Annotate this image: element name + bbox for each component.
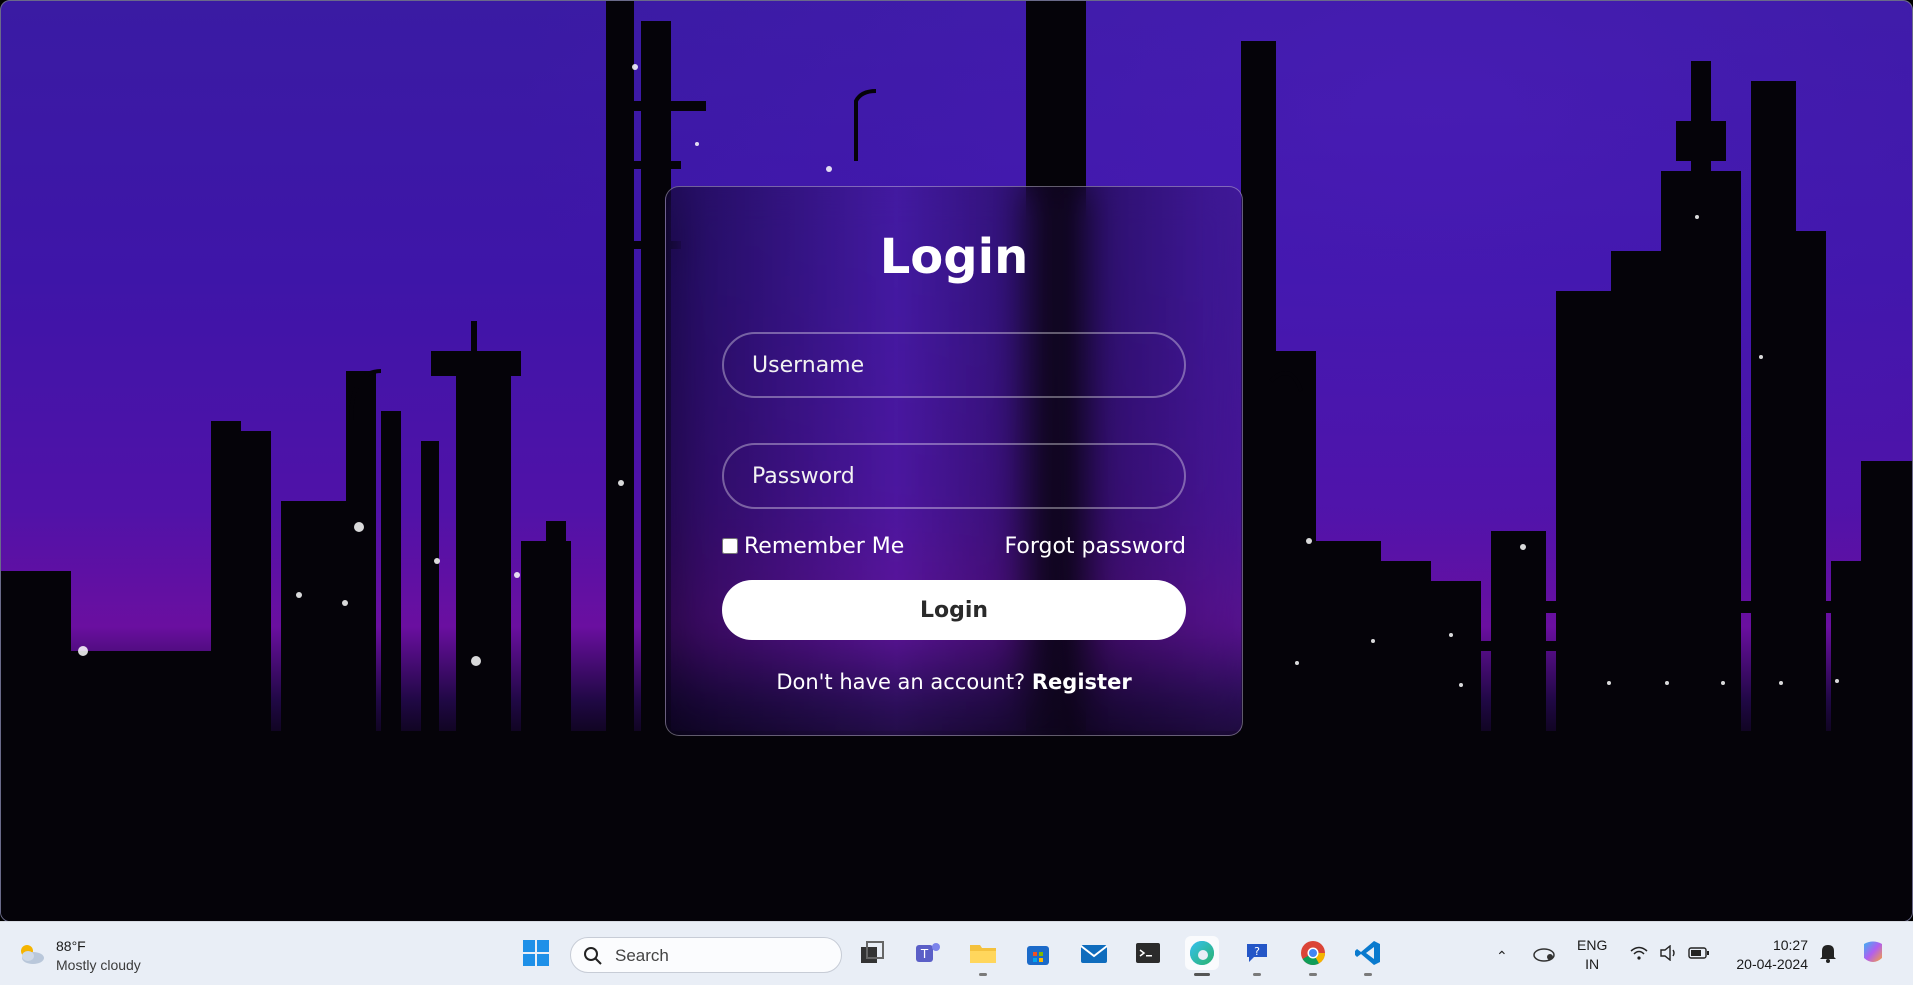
- remember-me-label[interactable]: Remember Me: [744, 534, 904, 559]
- register-prompt: Don't have an account?: [776, 670, 1026, 694]
- browser-window: Login Remember Me Forgot password Login …: [0, 0, 1913, 922]
- login-card: Login Remember Me Forgot password Login …: [665, 186, 1243, 736]
- chevron-up-icon[interactable]: ⌃: [1496, 948, 1508, 965]
- volume-icon[interactable]: [1652, 936, 1686, 970]
- lang-region: IN: [1585, 956, 1600, 972]
- taskbar-search[interactable]: Search: [570, 937, 842, 973]
- system-clock[interactable]: 10:27 20-04-2024: [1726, 936, 1808, 974]
- login-button[interactable]: Login: [722, 580, 1186, 640]
- username-input[interactable]: [722, 332, 1186, 398]
- svg-text:T: T: [920, 947, 929, 961]
- terminal-icon[interactable]: [1131, 936, 1165, 970]
- vscode-icon[interactable]: [1351, 936, 1385, 976]
- notification-bell-icon[interactable]: [1811, 936, 1845, 970]
- task-view-icon[interactable]: [855, 936, 889, 970]
- remember-me-checkbox[interactable]: [722, 538, 738, 554]
- onedrive-cloud-icon[interactable]: [1527, 936, 1561, 970]
- file-explorer-icon[interactable]: [966, 936, 1000, 976]
- lang-code: ENG: [1577, 937, 1608, 953]
- weather-desc: Mostly cloudy: [56, 957, 141, 973]
- weather-temp: 88°F: [56, 938, 86, 954]
- remember-row: Remember Me Forgot password: [722, 534, 1186, 564]
- chrome-icon[interactable]: [1296, 936, 1330, 976]
- edge-icon[interactable]: [1185, 936, 1219, 976]
- language-indicator[interactable]: ENG IN: [1577, 936, 1607, 974]
- microsoft-store-icon[interactable]: [1021, 936, 1055, 970]
- password-input[interactable]: [722, 443, 1186, 509]
- clock-date: 20-04-2024: [1736, 956, 1808, 972]
- forgot-password-link[interactable]: Forgot password: [1005, 534, 1186, 559]
- mail-icon[interactable]: [1077, 936, 1111, 970]
- quick-assist-icon[interactable]: ?: [1240, 936, 1274, 976]
- teams-icon[interactable]: T: [911, 936, 945, 970]
- battery-icon[interactable]: [1682, 936, 1716, 970]
- register-link[interactable]: Register: [1032, 670, 1132, 694]
- windows-start-icon[interactable]: [519, 936, 553, 970]
- taskbar: 88°F Mostly cloudy Search T ? ⌃ ENG IN 1…: [0, 921, 1913, 985]
- search-placeholder: Search: [615, 946, 669, 965]
- search-icon: [584, 947, 602, 965]
- login-title: Login: [879, 229, 1029, 285]
- svg-text:?: ?: [1254, 945, 1260, 958]
- register-row: Don't have an account? Register: [666, 670, 1242, 694]
- wifi-icon[interactable]: [1622, 936, 1656, 970]
- clock-time: 10:27: [1772, 937, 1808, 953]
- partly-cloudy-icon: [21, 945, 44, 964]
- copilot-icon[interactable]: [1856, 936, 1890, 970]
